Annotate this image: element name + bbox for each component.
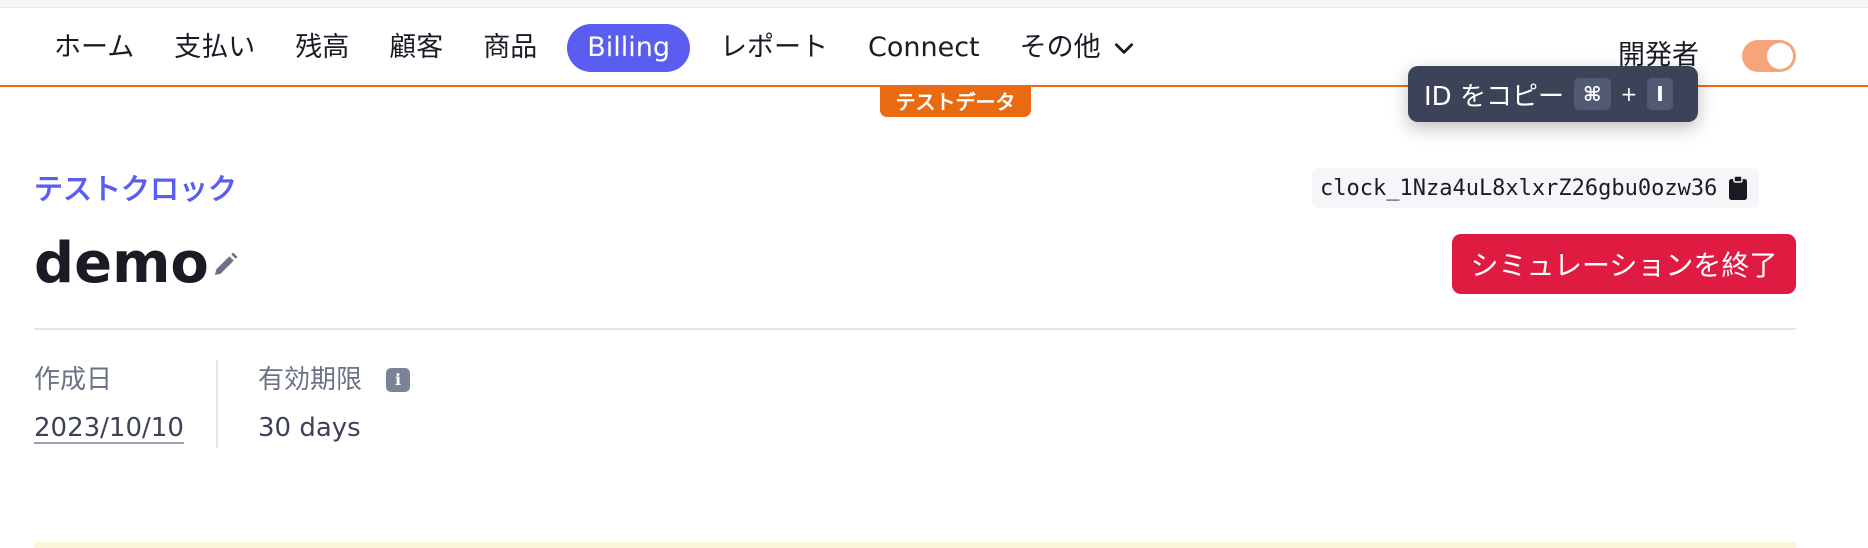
breadcrumb-test-clocks[interactable]: テストクロック (34, 166, 237, 208)
nav-item-billing[interactable]: Billing (567, 24, 690, 72)
nav-item-reports[interactable]: レポート (700, 24, 848, 72)
end-simulation-button[interactable]: シミュレーションを終了 (1452, 234, 1796, 294)
meta-separator (216, 360, 218, 448)
object-id-copy-chip[interactable]: clock_1Nza4uL8xlxrZ26gbu0ozw36 (1312, 168, 1760, 208)
nav-item-balances[interactable]: 残高 (275, 24, 369, 72)
notice-banner-edge (34, 542, 1796, 548)
tooltip-label: ID をコピー (1424, 81, 1564, 112)
test-data-badge: テストデータ (880, 87, 1031, 117)
shortcut-command-key: ⌘ (1573, 78, 1611, 110)
info-icon[interactable]: i (386, 368, 410, 392)
nav-item-payments[interactable]: 支払い (154, 24, 275, 72)
shortcut-plus: + (1620, 82, 1638, 106)
chevron-down-icon (1114, 43, 1133, 54)
top-strip (0, 0, 1868, 8)
nav-item-connect[interactable]: Connect (848, 24, 1000, 72)
toggle-knob (1767, 43, 1793, 69)
clipboard-icon (1727, 175, 1749, 201)
pencil-icon[interactable] (210, 250, 240, 280)
header-divider (34, 328, 1796, 330)
created-label: 作成日 (34, 365, 113, 395)
shortcut-i-key: I (1647, 78, 1673, 110)
nav-item-home[interactable]: ホーム (34, 24, 154, 72)
expiry-value: 30 days (258, 413, 361, 443)
test-mode-toggle[interactable] (1742, 40, 1796, 72)
object-id-text: clock_1Nza4uL8xlxrZ26gbu0ozw36 (1320, 175, 1718, 201)
nav-item-products[interactable]: 商品 (463, 24, 557, 72)
page-title: demo (34, 231, 209, 296)
nav-more-label: その他 (1019, 32, 1101, 63)
created-date-link[interactable]: 2023/10/10 (34, 410, 184, 446)
copy-id-tooltip: ID をコピー ⌘ + I (1408, 66, 1698, 122)
main-nav: ホーム 支払い 残高 顧客 商品 Billing レポート Connect その… (34, 24, 1157, 72)
nav-item-more[interactable]: その他 (1000, 24, 1157, 72)
nav-item-customers[interactable]: 顧客 (369, 24, 463, 72)
expiry-label: 有効期限 (258, 365, 363, 395)
